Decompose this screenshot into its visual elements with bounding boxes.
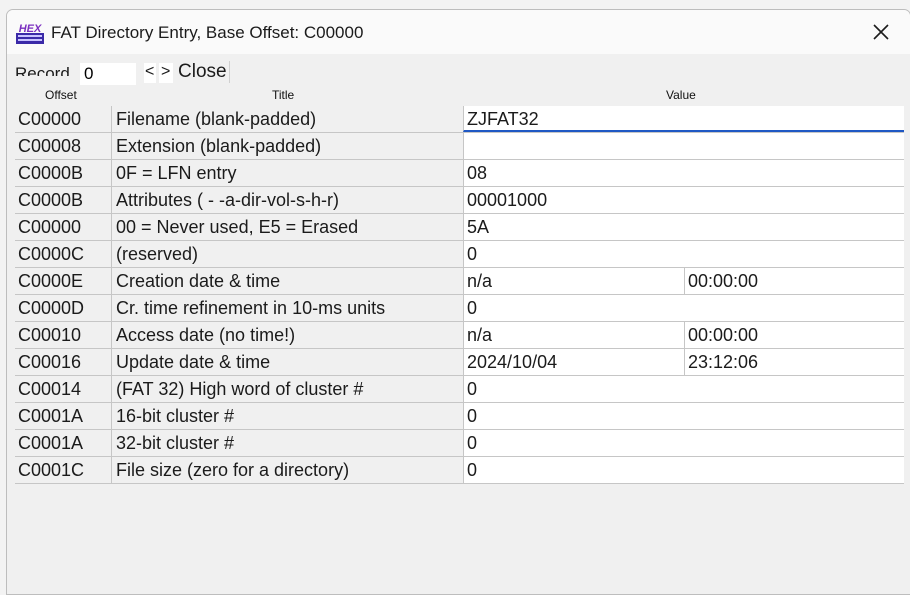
table-row: C0000B 0F = LFN entry 08 [15,160,904,187]
value-field[interactable]: 2024/10/04 [463,349,684,375]
title-cell: 32-bit cluster # [111,430,463,456]
value-field[interactable]: n/a [463,322,684,348]
title-cell: File size (zero for a directory) [111,457,463,483]
table-row: C0000C (reserved) 0 [15,241,904,268]
record-number-input[interactable] [80,63,136,85]
offset-cell: C0001C [18,460,85,480]
time-value-field[interactable]: 23:12:06 [684,349,904,375]
table-row: C0000E Creation date & time n/a 00:00:00 [15,268,904,295]
offset-cell: C00008 [18,136,82,156]
title-cell: Attributes ( - -a-dir-vol-s-h-r) [111,187,463,213]
value-field[interactable]: ZJFAT32 [463,106,904,132]
fat-directory-entry-window: HEX FAT Directory Entry, Base Offset: C0… [6,9,910,595]
table-row: C00010 Access date (no time!) n/a 00:00:00 [15,322,904,349]
close-button[interactable]: Close [178,61,230,83]
title-cell: Filename (blank-padded) [111,106,463,132]
offset-cell: C00016 [18,352,82,372]
title-cell: 16-bit cluster # [111,403,463,429]
table-row: C0001A 16-bit cluster #0 [15,403,904,430]
table-row: C00000 Filename (blank-padded) ZJFAT32 [15,106,904,133]
hex-app-icon: HEX [16,22,44,44]
title-cell: 0F = LFN entry [111,160,463,186]
directory-entry-table: C00000 Filename (blank-padded) ZJFAT32 C000… [15,106,904,484]
offset-cell: C0000C [18,244,85,264]
value-column-header: Value [666,88,696,102]
title-cell: Creation date & time [111,268,463,294]
value-field[interactable]: 0 [463,241,904,267]
time-value-field[interactable]: 00:00:00 [684,322,904,348]
title-bar: HEX FAT Directory Entry, Base Offset: C0… [7,10,910,54]
value-field[interactable]: 0 [463,376,904,402]
title-column-header: Title [272,88,295,102]
value-field[interactable]: 0 [463,430,904,456]
title-cell: (FAT 32) High word of cluster # [111,376,463,402]
value-field[interactable]: n/a [463,268,684,294]
title-cell: Cr. time refinement in 10-ms units [111,295,463,321]
value-field[interactable]: 5A [463,214,904,240]
offset-cell: C0000B [18,163,84,183]
table-row: C0001A 32-bit cluster #0 [15,430,904,457]
table-row: C00008 Extension (blank-padded) [15,133,904,160]
value-field[interactable]: 08 [463,160,904,186]
window-close-icon[interactable] [852,10,910,54]
offset-column-header: Offset [45,88,77,102]
value-field[interactable]: 00001000 [463,187,904,213]
offset-cell: C00010 [18,325,82,345]
offset-cell: C0000B [18,190,84,210]
table-row: C0000D Cr. time refinement in 10-ms units… [15,295,904,322]
previous-record-button[interactable]: < [144,63,157,83]
offset-cell: C0000D [18,298,85,318]
title-cell: Access date (no time!) [111,322,463,348]
offset-cell: C00014 [18,379,82,399]
offset-cell: C00000 [18,217,82,237]
table-row: C00016 Update date & time 2024/10/04 23:12:… [15,349,904,376]
value-field[interactable]: 0 [463,457,904,483]
title-cell: (reserved) [111,241,463,267]
table-row: C00000 00 = Never used, E5 = Erased 5A [15,214,904,241]
value-field[interactable]: 0 [463,295,904,321]
table-row: C0001C File size (zero for a directory) 0 [15,457,904,484]
offset-cell: C00000 [18,109,82,129]
offset-cell: C0001A [18,406,84,426]
title-cell: Update date & time [111,349,463,375]
table-row: C00014 (FAT 32) High word of cluster #0 [15,376,904,403]
next-record-button[interactable]: > [159,63,174,83]
toolbar: Record < > Close [7,54,910,90]
value-field[interactable] [463,133,904,159]
time-value-field[interactable]: 00:00:00 [684,268,904,294]
title-cell: 00 = Never used, E5 = Erased [111,214,463,240]
title-cell: Extension (blank-padded) [111,133,463,159]
offset-cell: C0000E [18,271,84,291]
record-label: Record [15,64,70,76]
offset-cell: C0001A [18,433,84,453]
svg-text:HEX: HEX [19,23,42,35]
table-row: C0000B Attributes ( - -a-dir-vol-s-h-r) 00… [15,187,904,214]
value-field[interactable]: 0 [463,403,904,429]
window-title: FAT Directory Entry, Base Offset: C00000 [51,23,364,42]
